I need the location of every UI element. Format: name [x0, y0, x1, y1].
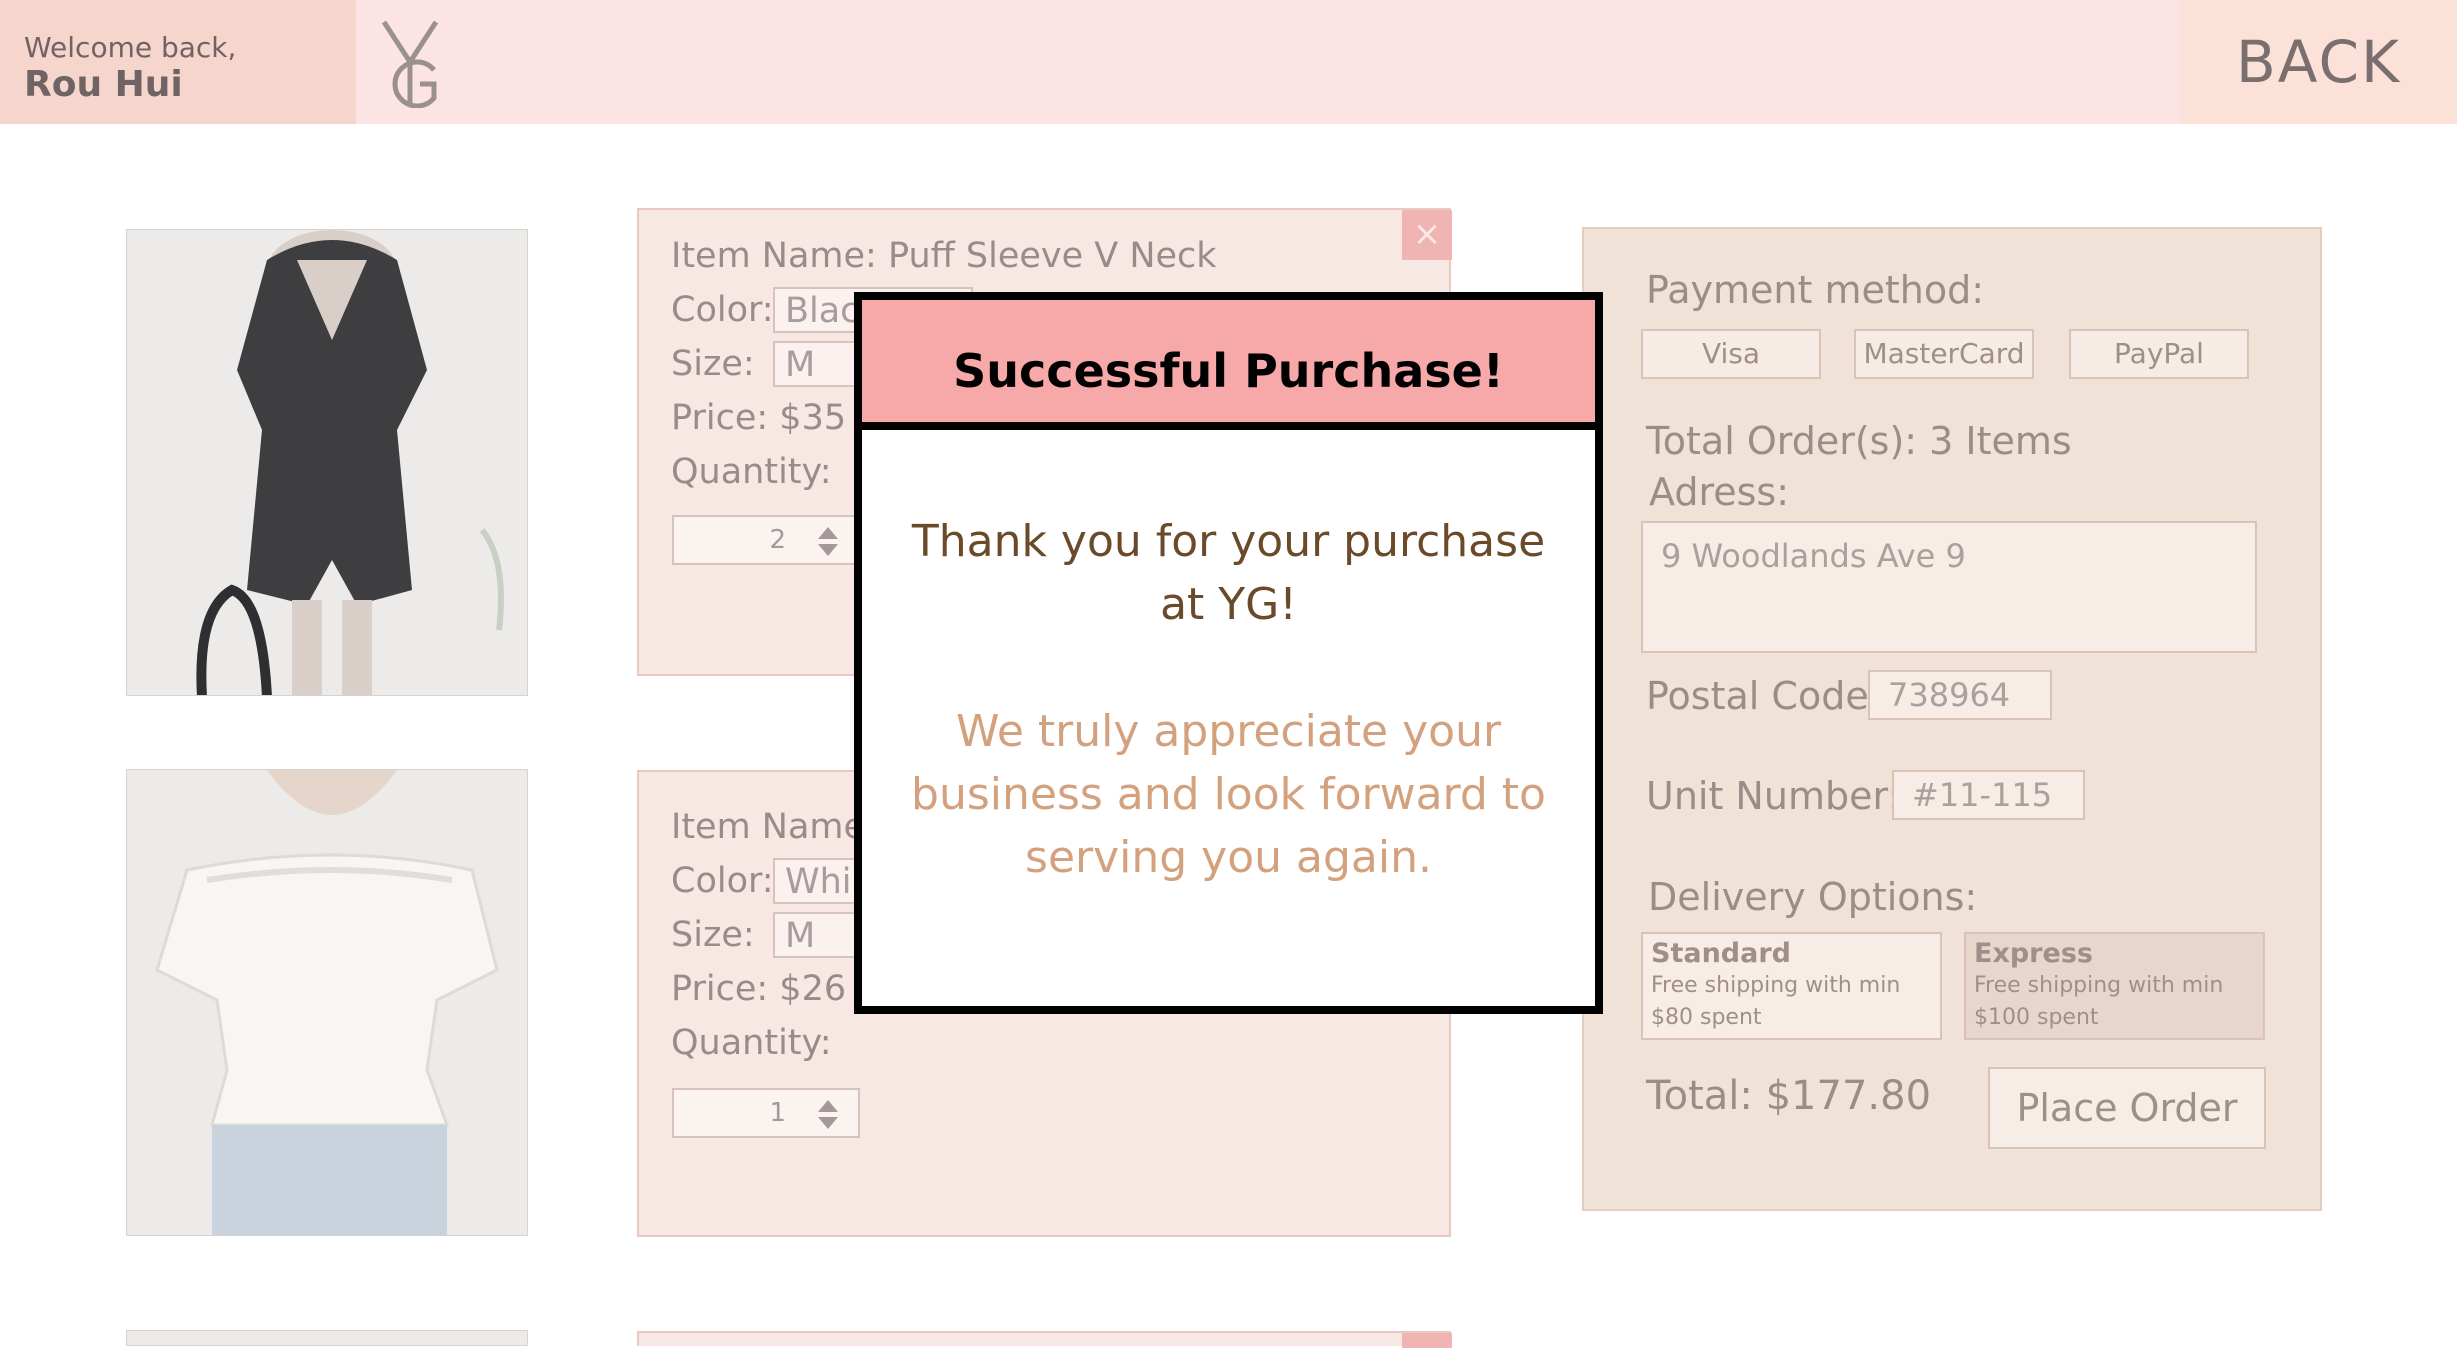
- quantity-stepper[interactable]: 2: [672, 515, 860, 565]
- decrement-icon[interactable]: [818, 544, 838, 556]
- product-image-puff-sleeve-v-neck: [126, 229, 528, 696]
- item-card: [637, 1331, 1452, 1348]
- payment-mastercard-button[interactable]: MasterCard: [1854, 329, 2034, 379]
- delivery-express-desc: Free shipping with min $100 spent: [1974, 973, 2224, 1030]
- quantity-label: Quantity:: [671, 452, 832, 492]
- top-bar: [0, 0, 2457, 124]
- user-name: Rou Hui: [24, 64, 183, 105]
- remove-item-button[interactable]: ×: [1402, 210, 1452, 260]
- back-button[interactable]: BACK: [2180, 0, 2457, 124]
- modal-title: Successful Purchase!: [862, 300, 1595, 430]
- modal-thanks-message: Thank you for your purchase at YG!: [911, 516, 1546, 630]
- modal-appreciation-message: We truly appreciate your business and lo…: [911, 706, 1546, 883]
- product-image-third: [126, 1330, 528, 1346]
- delivery-standard-title: Standard: [1651, 938, 1791, 969]
- color-label: Color:: [671, 290, 774, 330]
- payment-paypal-button[interactable]: PayPal: [2069, 329, 2249, 379]
- close-icon: ×: [1412, 214, 1442, 254]
- unit-number-field[interactable]: #11-115: [1892, 770, 2085, 820]
- checkout-panel: Payment method: Visa MasterCard PayPal T…: [1582, 227, 2322, 1211]
- postal-code-field[interactable]: 738964: [1868, 670, 2052, 720]
- color-label: Color:: [671, 861, 774, 901]
- payment-visa-button[interactable]: Visa: [1641, 329, 1821, 379]
- quantity-value: 1: [769, 1098, 786, 1128]
- item-name: Item Name: Puff Sleeve V Neck: [671, 236, 1217, 276]
- welcome-panel: Welcome back, Rou Hui: [0, 0, 356, 124]
- unit-number-label: Unit Number:: [1646, 774, 1901, 818]
- welcome-text: Welcome back,: [24, 31, 237, 64]
- payment-method-label: Payment method:: [1646, 268, 1984, 312]
- address-label: Adress:: [1649, 470, 1790, 514]
- delivery-express-title: Express: [1974, 938, 2093, 969]
- delivery-standard-desc: Free shipping with min $80 spent: [1651, 973, 1901, 1030]
- success-modal: Successful Purchase! Thank you for your …: [854, 292, 1603, 1014]
- place-order-button[interactable]: Place Order: [1988, 1067, 2266, 1149]
- address-field[interactable]: 9 Woodlands Ave 9: [1641, 521, 2257, 653]
- increment-icon[interactable]: [818, 527, 838, 539]
- price-text: Price: $26: [671, 969, 847, 1009]
- back-panel: BACK: [2180, 0, 2457, 124]
- total-orders-text: Total Order(s): 3 Items: [1646, 419, 2072, 463]
- price-text: Price: $35: [671, 398, 847, 438]
- yg-logo[interactable]: [378, 18, 446, 109]
- postal-code-label: Postal Code:: [1646, 674, 1882, 718]
- quantity-label: Quantity:: [671, 1023, 832, 1063]
- increment-icon[interactable]: [818, 1100, 838, 1112]
- order-total: Total: $177.80: [1646, 1073, 1932, 1119]
- delivery-express-option[interactable]: Express Free shipping with min $100 spen…: [1964, 932, 2265, 1040]
- product-image-off-shoulder-top: [126, 769, 528, 1236]
- delivery-standard-option[interactable]: Standard Free shipping with min $80 spen…: [1641, 932, 1942, 1040]
- item-name: Item Name: [671, 807, 866, 847]
- quantity-stepper[interactable]: 1: [672, 1088, 860, 1138]
- size-label: Size:: [671, 344, 755, 384]
- delivery-options-label: Delivery Options:: [1648, 875, 1978, 919]
- quantity-value: 2: [769, 525, 786, 555]
- size-label: Size:: [671, 915, 755, 955]
- decrement-icon[interactable]: [818, 1117, 838, 1129]
